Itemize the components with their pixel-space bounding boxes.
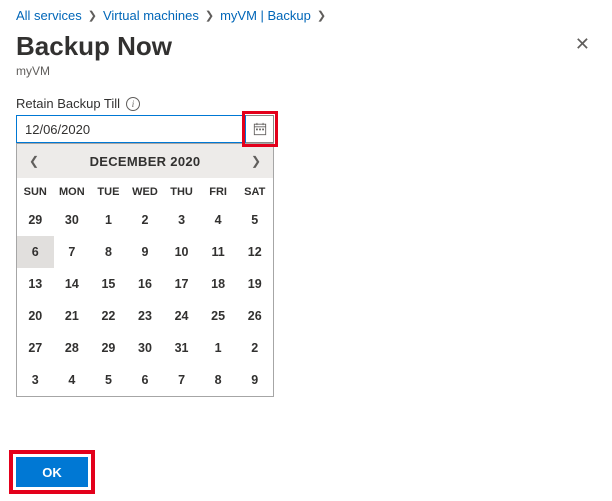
close-button[interactable]: ✕	[569, 31, 596, 57]
calendar-day[interactable]: 26	[236, 300, 273, 332]
calendar-dow: SAT	[236, 178, 273, 204]
calendar-toggle-button[interactable]	[246, 115, 274, 143]
calendar-day[interactable]: 3	[163, 204, 200, 236]
retain-backup-till-field	[16, 115, 274, 143]
ok-button[interactable]: OK	[16, 457, 88, 487]
calendar-day[interactable]: 11	[200, 236, 237, 268]
calendar-day[interactable]: 8	[90, 236, 127, 268]
calendar-header: ❮ DECEMBER 2020 ❯	[17, 144, 273, 178]
close-icon: ✕	[575, 34, 590, 54]
retain-backup-till-label: Retain Backup Till i	[16, 96, 596, 111]
calendar-icon	[253, 122, 267, 136]
calendar-day[interactable]: 5	[236, 204, 273, 236]
calendar-day[interactable]: 31	[163, 332, 200, 364]
calendar-dow: FRI	[200, 178, 237, 204]
calendar-day[interactable]: 25	[200, 300, 237, 332]
chevron-right-icon: ❯	[317, 9, 326, 22]
calendar-day[interactable]: 20	[17, 300, 54, 332]
calendar-dow: MON	[54, 178, 91, 204]
breadcrumb-link-myvm-backup[interactable]: myVM | Backup	[220, 8, 311, 23]
calendar-day[interactable]: 24	[163, 300, 200, 332]
info-icon[interactable]: i	[126, 97, 140, 111]
page-subtitle: myVM	[16, 64, 596, 78]
calendar-day[interactable]: 1	[90, 204, 127, 236]
calendar-next-month-button[interactable]: ❯	[245, 150, 267, 172]
footer: OK	[16, 457, 88, 487]
calendar-month-label[interactable]: DECEMBER 2020	[90, 154, 201, 169]
calendar-day[interactable]: 30	[54, 204, 91, 236]
calendar-day[interactable]: 9	[236, 364, 273, 396]
calendar-day[interactable]: 9	[127, 236, 164, 268]
chevron-left-icon: ❮	[29, 154, 39, 168]
calendar-day[interactable]: 28	[54, 332, 91, 364]
calendar-dow: THU	[163, 178, 200, 204]
field-label-text: Retain Backup Till	[16, 96, 120, 111]
calendar-day[interactable]: 4	[54, 364, 91, 396]
calendar-day[interactable]: 17	[163, 268, 200, 300]
calendar-day[interactable]: 12	[236, 236, 273, 268]
calendar-day[interactable]: 27	[17, 332, 54, 364]
calendar-dow: WED	[127, 178, 164, 204]
calendar-day[interactable]: 16	[127, 268, 164, 300]
calendar-day[interactable]: 7	[54, 236, 91, 268]
chevron-right-icon: ❯	[88, 9, 97, 22]
chevron-right-icon: ❯	[205, 9, 214, 22]
calendar-day[interactable]: 21	[54, 300, 91, 332]
calendar-dow: SUN	[17, 178, 54, 204]
calendar-day[interactable]: 10	[163, 236, 200, 268]
breadcrumb-link-virtual-machines[interactable]: Virtual machines	[103, 8, 199, 23]
calendar-day[interactable]: 2	[236, 332, 273, 364]
calendar-dow: TUE	[90, 178, 127, 204]
calendar-day[interactable]: 18	[200, 268, 237, 300]
calendar-day[interactable]: 4	[200, 204, 237, 236]
calendar-day[interactable]: 8	[200, 364, 237, 396]
calendar-day[interactable]: 29	[90, 332, 127, 364]
calendar-day[interactable]: 6	[127, 364, 164, 396]
calendar-day-selected[interactable]: 6	[17, 236, 54, 268]
calendar-popup: ❮ DECEMBER 2020 ❯ SUNMONTUEWEDTHUFRISAT 2…	[16, 143, 274, 397]
calendar-day[interactable]: 14	[54, 268, 91, 300]
calendar-day[interactable]: 3	[17, 364, 54, 396]
calendar-grid: SUNMONTUEWEDTHUFRISAT2930123456789101112…	[17, 178, 273, 396]
calendar-day[interactable]: 23	[127, 300, 164, 332]
calendar-day[interactable]: 22	[90, 300, 127, 332]
breadcrumb: All services ❯ Virtual machines ❯ myVM |…	[16, 8, 596, 23]
chevron-right-icon: ❯	[251, 154, 261, 168]
calendar-day[interactable]: 15	[90, 268, 127, 300]
breadcrumb-link-all-services[interactable]: All services	[16, 8, 82, 23]
calendar-day[interactable]: 19	[236, 268, 273, 300]
page-title: Backup Now	[16, 31, 172, 62]
calendar-prev-month-button[interactable]: ❮	[23, 150, 45, 172]
calendar-day[interactable]: 2	[127, 204, 164, 236]
retain-backup-till-input[interactable]	[16, 115, 246, 143]
calendar-day[interactable]: 30	[127, 332, 164, 364]
calendar-day[interactable]: 7	[163, 364, 200, 396]
calendar-day[interactable]: 13	[17, 268, 54, 300]
calendar-day[interactable]: 5	[90, 364, 127, 396]
calendar-day[interactable]: 29	[17, 204, 54, 236]
calendar-day[interactable]: 1	[200, 332, 237, 364]
